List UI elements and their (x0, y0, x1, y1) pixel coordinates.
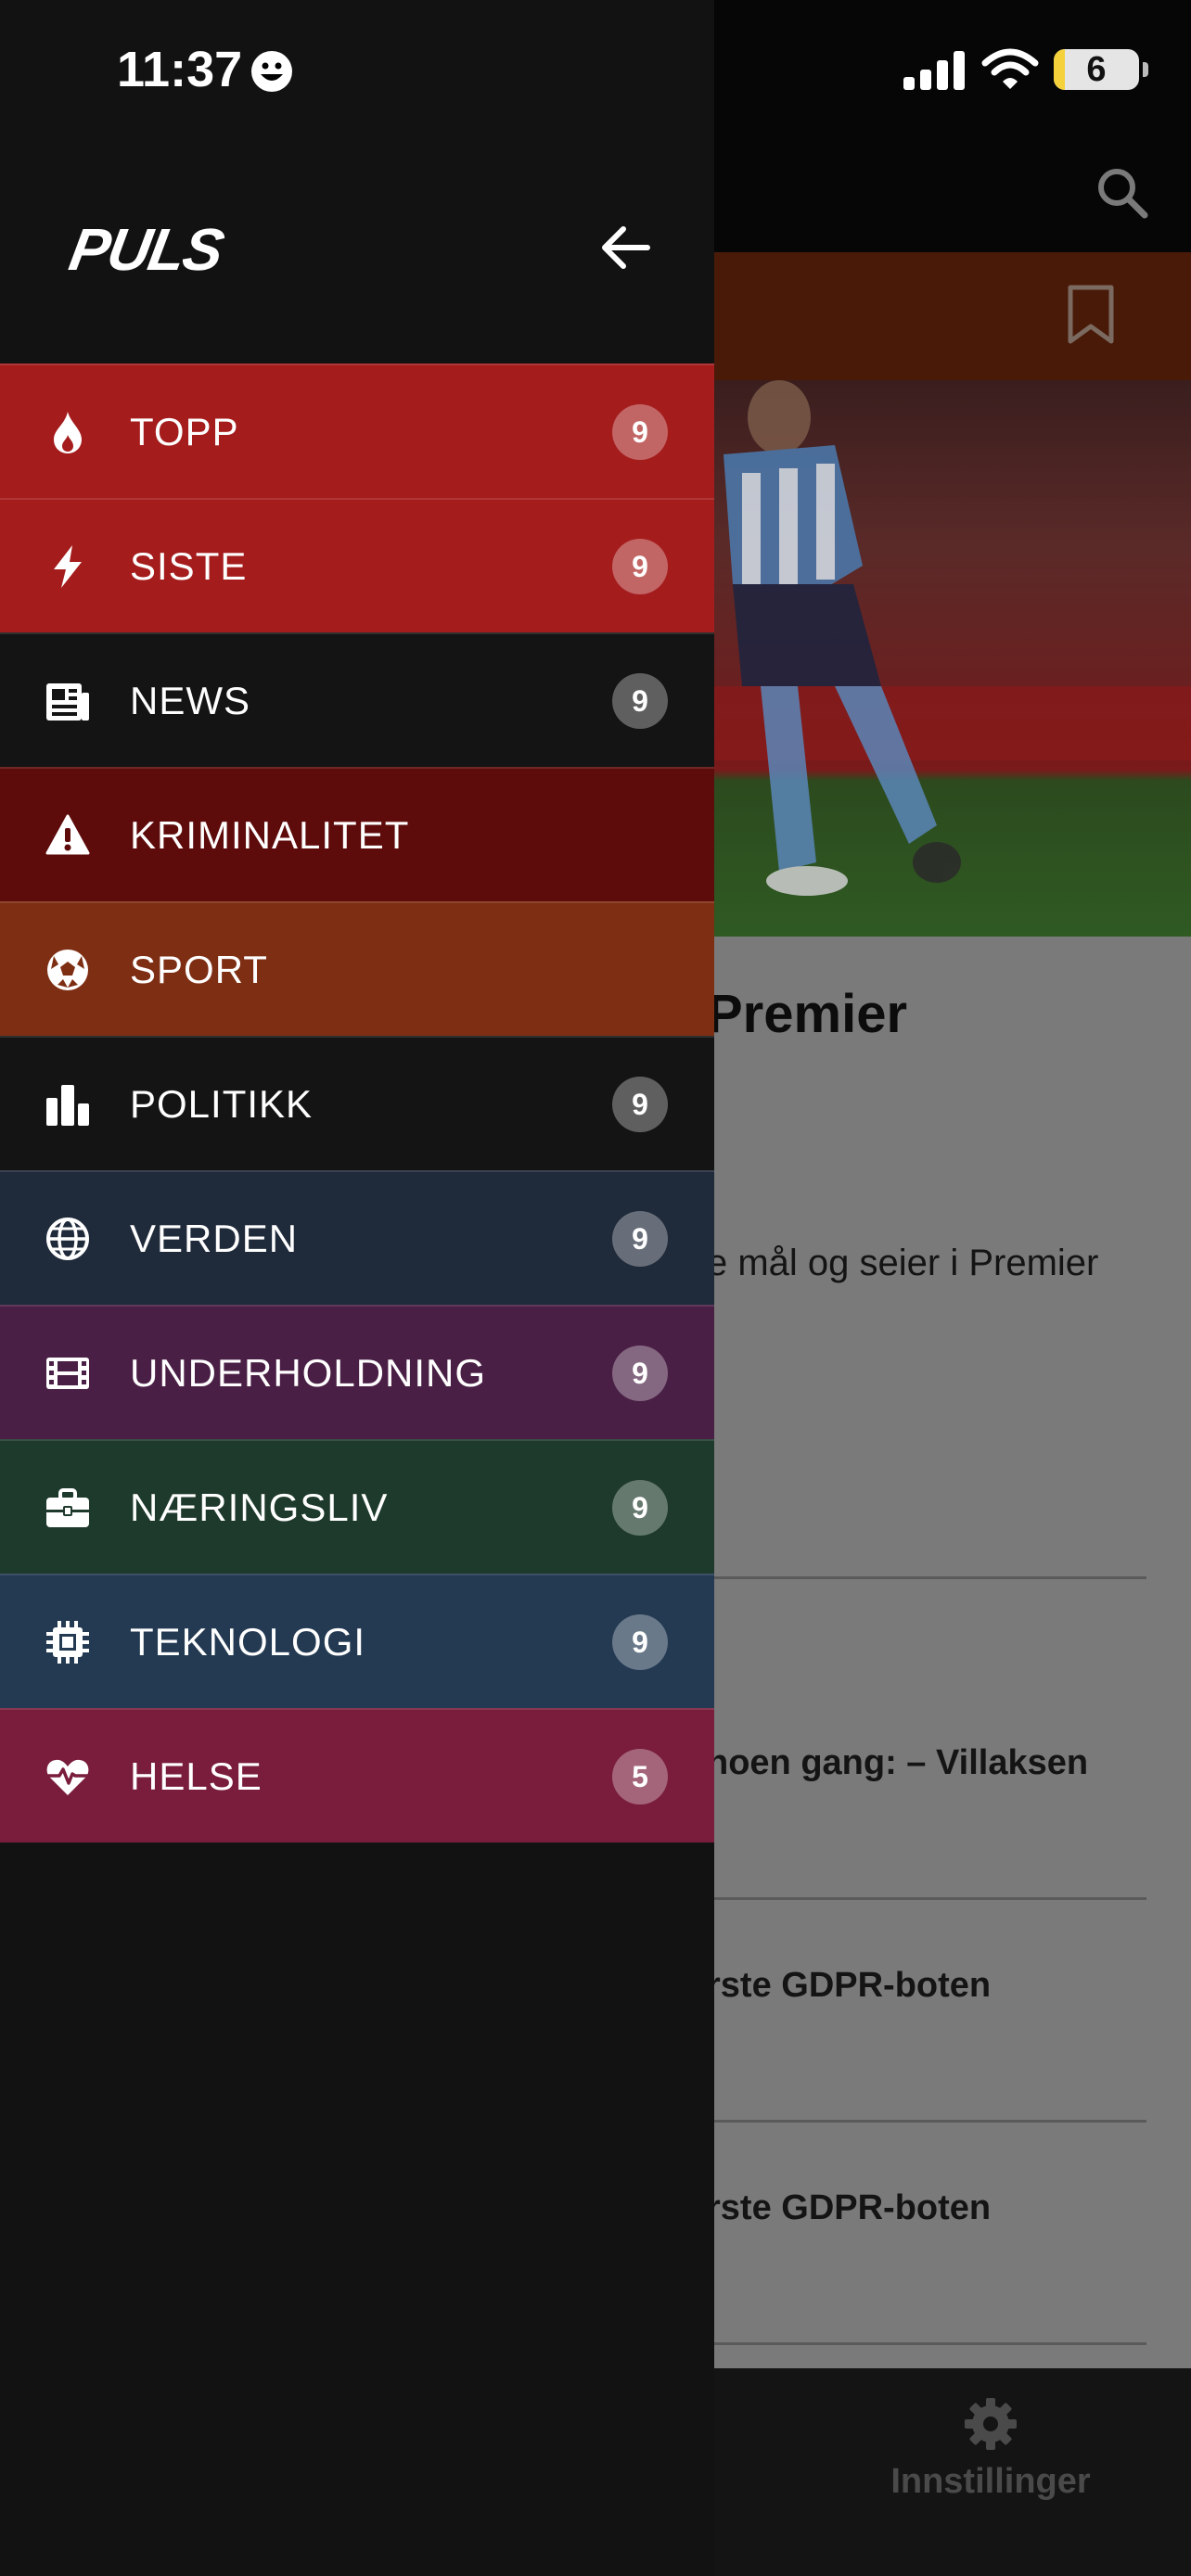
divider (707, 2342, 1146, 2345)
count-badge: 9 (612, 1479, 668, 1536)
bookmark-icon[interactable] (1067, 284, 1115, 347)
flame-icon (54, 411, 82, 453)
menu-item-underholdning[interactable]: UNDERHOLDNING 9 (0, 1305, 714, 1439)
briefcase-icon (46, 1487, 89, 1527)
menu-item-topp[interactable]: TOPP 9 (0, 363, 714, 498)
film-icon (46, 1357, 89, 1389)
count-badge: 9 (612, 1210, 668, 1267)
menu-item-label: HELSE (130, 1753, 263, 1798)
navigation-drawer: PULS TOPP 9 SISTE 9 NEWS 9 KRIMINALITET SPORT PO… (0, 0, 714, 2576)
count-badge: 9 (612, 1345, 668, 1401)
article-summary: e mål og seier i Premier (707, 1243, 1099, 1283)
count-badge: 9 (612, 672, 668, 729)
globe-icon (46, 1217, 89, 1260)
menu-item-helse[interactable]: HELSE 5 (0, 1708, 714, 1843)
menu-item-label: NEWS (130, 678, 250, 722)
status-icons: 6 (903, 45, 1148, 95)
warning-icon (45, 814, 90, 854)
headline-1[interactable]: noen gang: – Villaksen (707, 1743, 1088, 1783)
category-menu: TOPP 9 SISTE 9 NEWS 9 KRIMINALITET SPORT POLITIK… (0, 363, 714, 1843)
headline-3[interactable]: rste GDPR-boten (707, 2188, 991, 2228)
count-badge: 9 (612, 538, 668, 594)
menu-item-label: TOPP (130, 409, 239, 453)
menu-item-kriminalitet[interactable]: KRIMINALITET (0, 767, 714, 901)
tab-settings[interactable]: Innstillinger (889, 2394, 1093, 2502)
count-badge: 5 (612, 1748, 668, 1804)
divider (707, 1897, 1146, 1900)
menu-item-sport[interactable]: SPORT (0, 901, 714, 1036)
count-badge: 9 (612, 1076, 668, 1132)
smiley-icon (251, 51, 292, 92)
menu-item-verden[interactable]: VERDEN 9 (0, 1170, 714, 1305)
menu-item-teknologi[interactable]: TEKNOLOGI 9 (0, 1574, 714, 1708)
settings-label: Innstillinger (890, 2462, 1091, 2501)
divider (707, 2120, 1146, 2123)
menu-item-label: NÆRINGSLIV (130, 1485, 389, 1529)
menu-item-label: UNDERHOLDNING (130, 1350, 487, 1395)
headline-2[interactable]: rste GDPR-boten (707, 1966, 991, 2006)
back-arrow-icon[interactable] (597, 221, 653, 274)
heart-pulse-icon (46, 1759, 89, 1795)
battery-nub (1143, 62, 1148, 77)
bar-chart-icon (46, 1084, 89, 1126)
menu-item-label: KRIMINALITET (130, 812, 410, 857)
menu-item-næringsliv[interactable]: NÆRINGSLIV 9 (0, 1439, 714, 1574)
search-icon[interactable] (1095, 165, 1150, 221)
menu-item-label: TEKNOLOGI (130, 1619, 366, 1664)
divider (707, 1576, 1146, 1579)
battery-icon: 6 (1054, 49, 1139, 90)
menu-item-label: SISTE (130, 543, 248, 588)
article-title[interactable]: Premier (707, 983, 907, 1045)
status-bar: 11:37 6 (0, 0, 1191, 139)
status-time: 11:37 (117, 42, 243, 97)
lightning-icon (54, 544, 82, 588)
app-logo: PULS (64, 216, 228, 283)
wifi-icon (981, 48, 1039, 89)
menu-item-label: SPORT (130, 947, 268, 991)
menu-item-label: POLITIKK (130, 1081, 314, 1126)
soccer-ball-icon (47, 949, 88, 990)
cellular-signal-icon (903, 51, 965, 90)
battery-level: 6 (1086, 50, 1107, 89)
chip-icon (46, 1620, 89, 1664)
newspaper-icon (46, 682, 89, 721)
menu-item-news[interactable]: NEWS 9 (0, 632, 714, 767)
menu-item-label: VERDEN (130, 1216, 299, 1260)
count-badge: 9 (612, 1613, 668, 1670)
count-badge: 9 (612, 403, 668, 460)
gear-icon (965, 2398, 1017, 2450)
menu-item-politikk[interactable]: POLITIKK 9 (0, 1036, 714, 1170)
menu-item-siste[interactable]: SISTE 9 (0, 498, 714, 632)
